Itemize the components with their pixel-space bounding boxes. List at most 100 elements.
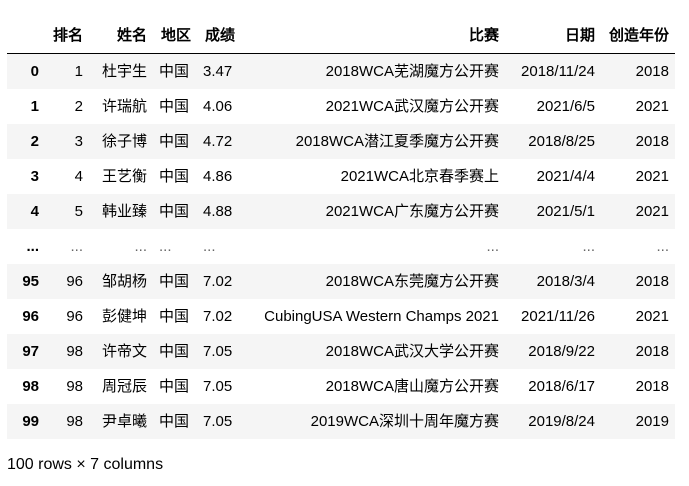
cell-name: ... — [134, 237, 147, 255]
table-body: 0 1 杜宇生 中国 3.47 2018WCA芜湖魔方公开赛 2018/11/24 2018 1… — [7, 53, 675, 439]
cell-rank: 98 — [66, 342, 83, 360]
row-index: 0 — [30, 62, 39, 80]
row-index: 2 — [30, 132, 39, 150]
cell-score: 4.88 — [203, 202, 233, 220]
table-row: 1 2 许瑞航 中国 4.06 2021WCA武汉魔方公开赛 2021/6/5 2021 — [7, 89, 675, 124]
cell-rank: 98 — [66, 412, 83, 430]
table-row: 95 96 邹胡杨 中国 7.02 2018WCA东莞魔方公开赛 2018/3/4 2018 — [7, 263, 675, 299]
cell-rank: 1 — [74, 62, 83, 80]
cell-score: 4.86 — [203, 167, 233, 185]
table-row: 0 1 杜宇生 中国 3.47 2018WCA芜湖魔方公开赛 2018/11/24 2018 — [7, 53, 675, 89]
cell-competition: ... — [486, 237, 499, 255]
row-index: 3 — [30, 167, 39, 185]
header-region: 地区 — [153, 18, 197, 54]
cell-year: 2019 — [635, 412, 669, 430]
cell-date: 2018/6/17 — [528, 377, 595, 395]
cell-rank: 96 — [66, 272, 83, 290]
cell-score: 7.05 — [203, 342, 233, 360]
cell-competition: CubingUSA Western Champs 2021 — [264, 307, 499, 325]
cell-date: 2018/8/25 — [528, 132, 595, 150]
cell-rank: 4 — [74, 167, 83, 185]
cell-year: ... — [656, 237, 669, 255]
table-row: 2 3 徐子博 中国 4.72 2018WCA潜江夏季魔方公开赛 2018/8/25 2018 — [7, 123, 675, 159]
cell-competition: 2021WCA北京春季赛上 — [340, 167, 499, 185]
cell-date: ... — [582, 237, 595, 255]
cell-name: 徐子博 — [101, 132, 147, 150]
cell-name: 韩业臻 — [101, 202, 147, 220]
row-index: 99 — [22, 412, 39, 430]
row-index: 1 — [30, 97, 39, 115]
cell-year: 2018 — [635, 62, 669, 80]
cell-name: 杜宇生 — [101, 62, 147, 80]
header-year: 创造年份 — [601, 18, 675, 54]
cell-rank: ... — [70, 237, 83, 255]
cell-competition: 2018WCA唐山魔方公开赛 — [325, 377, 499, 395]
cell-region: 中国 — [159, 62, 190, 80]
cell-date: 2021/4/4 — [536, 167, 595, 185]
header-name: 姓名 — [89, 18, 153, 54]
header-date: 日期 — [505, 18, 601, 54]
cell-region: 中国 — [159, 97, 190, 115]
cell-name: 彭健坤 — [101, 307, 147, 325]
cell-year: 2021 — [635, 97, 669, 115]
cell-rank: 3 — [74, 132, 83, 150]
table-row: 3 4 王艺衡 中国 4.86 2021WCA北京春季赛上 2021/4/4 2021 — [7, 159, 675, 194]
header-competition: 比赛 — [241, 18, 505, 54]
cell-score: 7.05 — [203, 377, 233, 395]
table-row: 99 98 尹卓曦 中国 7.05 2019WCA深圳十周年魔方赛 2019/8/24 201… — [7, 403, 675, 439]
cell-competition: 2018WCA芜湖魔方公开赛 — [325, 62, 499, 80]
cell-name: 周冠辰 — [101, 377, 147, 395]
cell-score: ... — [203, 237, 216, 255]
cell-year: 2018 — [635, 342, 669, 360]
row-index: ... — [26, 237, 39, 255]
cell-region: 中国 — [159, 412, 190, 430]
cell-name: 许帝文 — [101, 342, 147, 360]
cell-rank: 98 — [66, 377, 83, 395]
cell-date: 2018/11/24 — [521, 62, 595, 80]
cell-name: 邹胡杨 — [101, 272, 147, 290]
cell-year: 2021 — [635, 202, 669, 220]
cell-region: 中国 — [159, 132, 190, 150]
cell-rank: 96 — [66, 307, 83, 325]
cell-rank: 5 — [74, 202, 83, 220]
cell-name: 尹卓曦 — [101, 412, 147, 430]
cell-year: 2021 — [635, 167, 669, 185]
cell-date: 2021/11/26 — [521, 307, 595, 325]
table-row: 98 98 周冠辰 中国 7.05 2018WCA唐山魔方公开赛 2018/6/17 2018 — [7, 369, 675, 404]
cell-date: 2018/3/4 — [536, 272, 595, 290]
cell-region: 中国 — [159, 167, 190, 185]
cell-year: 2018 — [635, 132, 669, 150]
cell-date: 2021/6/5 — [536, 97, 595, 115]
row-index: 97 — [22, 342, 39, 360]
cell-date: 2018/9/22 — [528, 342, 595, 360]
cell-region: 中国 — [159, 342, 190, 360]
cell-competition: 2018WCA潜江夏季魔方公开赛 — [295, 132, 499, 150]
cell-name: 许瑞航 — [101, 97, 147, 115]
header-score: 成绩 — [197, 18, 241, 54]
header-rank: 排名 — [45, 18, 89, 54]
cell-score: 4.06 — [203, 97, 233, 115]
cell-region: ... — [159, 237, 172, 255]
cell-region: 中国 — [159, 202, 190, 220]
header-index — [7, 18, 45, 54]
cell-score: 3.47 — [203, 62, 233, 80]
cell-name: 王艺衡 — [101, 167, 147, 185]
cell-competition: 2019WCA深圳十周年魔方赛 — [310, 412, 499, 430]
cell-competition: 2018WCA武汉大学公开赛 — [325, 342, 499, 360]
cell-rank: 2 — [74, 97, 83, 115]
table-header: 排名 姓名 地区 成绩 比赛 日期 创造年份 — [7, 18, 675, 54]
cell-date: 2019/8/24 — [528, 412, 595, 430]
cell-score: 4.72 — [203, 132, 233, 150]
row-index: 4 — [30, 202, 39, 220]
row-index: 95 — [22, 272, 39, 290]
cell-score: 7.02 — [203, 307, 233, 325]
dataframe-table: 排名 姓名 地区 成绩 比赛 日期 创造年份 0 1 杜宇生 中国 3.47 2018WC… — [7, 18, 675, 439]
cell-competition: 2018WCA东莞魔方公开赛 — [325, 272, 499, 290]
cell-competition: 2021WCA广东魔方公开赛 — [325, 202, 499, 220]
row-index: 98 — [22, 377, 39, 395]
dataframe-shape: 100 rows × 7 columns — [7, 456, 164, 473]
cell-year: 2021 — [635, 307, 669, 325]
row-index: 96 — [22, 307, 39, 325]
cell-year: 2018 — [635, 377, 669, 395]
dataframe-output: 排名 姓名 地区 成绩 比赛 日期 创造年份 0 1 杜宇生 中国 3.47 2018WC… — [7, 18, 675, 439]
